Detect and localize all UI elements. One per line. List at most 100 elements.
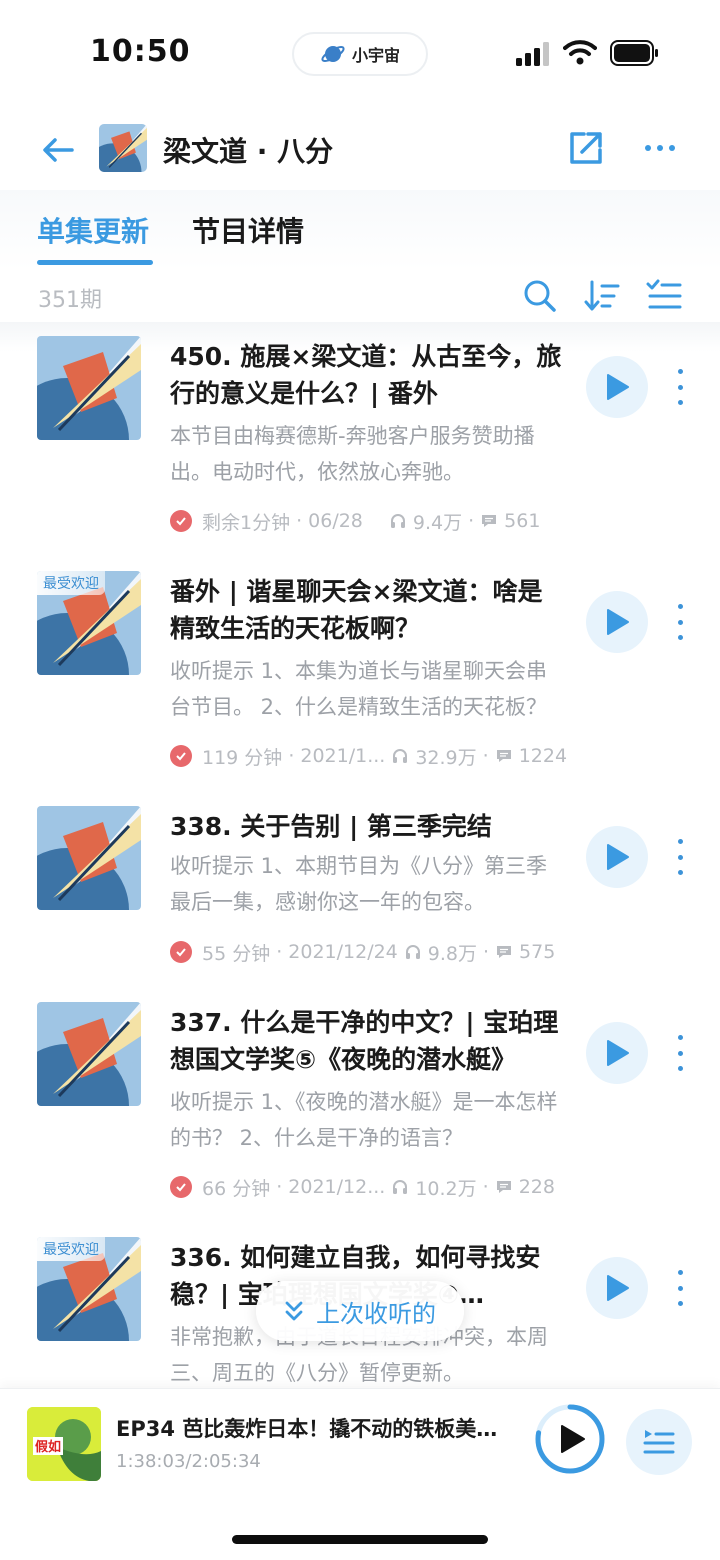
headphones-icon [405,945,420,959]
play-button[interactable] [586,826,648,888]
play-button[interactable] [586,1257,648,1319]
episode-date: 2021/12... [288,1176,386,1198]
episode-title: 450. 施展×梁文道：从古至今，旅行的意义是什么？| 番外 [170,342,562,408]
episode-item[interactable]: 450. 施展×梁文道：从古至今，旅行的意义是什么？| 番外 本节目由梅赛德斯-… [0,322,720,557]
episode-duration: 剩余1分钟 [202,511,291,534]
episode-cover [37,806,141,910]
brand-pill[interactable]: 小宇宙 [292,32,428,76]
play-button[interactable] [586,356,648,418]
cover-art [37,336,141,440]
now-playing-cover-art: 假如 [27,1407,101,1481]
tab-active-indicator [37,260,153,265]
mini-player[interactable]: 假如 EP34 芭比轰炸日本！撬不动的铁板美国人 1:38:03/2:05:34 [0,1388,720,1560]
now-playing-title: EP34 芭比轰炸日本！撬不动的铁板美国人 [116,1417,516,1441]
share-icon[interactable] [566,128,606,168]
episode-title: 338. 关于告别 | 第三季完结 [170,812,492,841]
episode-meta: 55 分钟 · 2021/12/24 9.8万 · 575 [170,938,570,966]
listened-check-icon [170,510,192,532]
episode-meta: 119 分钟 · 2021/1... 32.9万 · 1224 [170,742,570,770]
episode-plays: 9.4万 [412,511,463,534]
episode-date: 2021/12/24 [288,941,398,963]
episode-more-button[interactable] [670,604,690,640]
comment-icon [496,750,511,762]
episode-more-button[interactable] [670,839,690,875]
brand-label: 小宇宙 [351,46,400,65]
search-icon[interactable] [520,276,560,316]
play-button[interactable] [586,1022,648,1084]
episode-title: 337. 什么是干净的中文？| 宝珀理想国文学奖⑤《夜晚的潜水艇》 [170,1008,559,1074]
episode-meta: 66 分钟 · 2021/12... 10.2万 · 228 [170,1173,570,1201]
header: 梁文道 · 八分 [0,108,720,192]
episode-cover [37,1002,141,1106]
episode-plays: 32.9万 [415,746,477,769]
episode-list[interactable]: 450. 施展×梁文道：从古至今，旅行的意义是什么？| 番外 本节目由梅赛德斯-… [0,322,720,1388]
now-playing-cover-text: 假如 [35,1439,61,1455]
episode-cover [37,336,141,440]
episode-description: 收听提示 1、本期节目为《八分》第三季最后一集，感谢你这一年的包容。 [170,854,548,914]
episode-cover: 最受欢迎 [37,571,141,675]
play-button[interactable] [586,591,648,653]
play-icon [607,1040,629,1066]
now-playing-progress: 1:38:03/2:05:34 [116,1451,261,1472]
play-icon [607,844,629,870]
episode-cover: 最受欢迎 [37,1237,141,1341]
signal-icon [516,42,549,66]
episode-item[interactable]: 最受欢迎 番外 | 谐星聊天会×梁文道：啥是精致生活的天花板啊？ 收听提示 1、… [0,557,720,792]
headphones-icon [393,1180,408,1194]
tab-episodes[interactable]: 单集更新 [37,210,149,250]
episode-title: 番外 | 谐星聊天会×梁文道：啥是精致生活的天花板啊？ [170,577,543,643]
planet-icon [321,46,345,62]
resume-label: 上次收听的 [316,1299,436,1328]
listened-check-icon [170,745,192,767]
popular-badge: 最受欢迎 [37,1237,105,1261]
episode-comments: 575 [519,941,556,963]
headphones-icon [390,514,405,528]
cover-art [37,1002,141,1106]
playlist-icon [643,1430,675,1454]
now-playing-play-button[interactable] [534,1403,606,1475]
episode-date: 2021/1... [300,745,386,767]
episode-duration: 119 分钟 [202,746,283,769]
cover-art [37,806,141,910]
comment-icon [482,515,497,527]
home-indicator [232,1535,488,1544]
episode-description: 收听提示 1、本集为道长与谐星聊天会串台节目。 2、什么是精致生活的天花板？ [170,659,548,719]
episode-comments: 561 [504,510,541,532]
episode-more-button[interactable] [670,369,690,405]
headphones-icon [393,749,408,763]
back-arrow-icon[interactable] [38,130,78,170]
episode-item[interactable]: 337. 什么是干净的中文？| 宝珀理想国文学奖⑤《夜晚的潜水艇》 收听提示 1… [0,988,720,1223]
comment-icon [496,1181,511,1193]
play-icon [607,609,629,635]
play-icon [607,374,629,400]
episode-comments: 228 [518,1176,555,1198]
multi-select-icon[interactable] [644,276,684,316]
listened-check-icon [170,1176,192,1198]
episode-plays: 9.8万 [427,942,477,965]
episode-more-button[interactable] [670,1035,690,1071]
episode-duration: 55 分钟 [202,942,271,965]
comment-icon [497,946,512,958]
podcast-cover [99,124,147,172]
listened-check-icon [170,941,192,963]
double-chevron-down-icon [285,1301,303,1321]
more-icon[interactable] [640,128,680,168]
now-playing-cover: 假如 [27,1407,101,1481]
status-bar: 10:50 小宇宙 [0,0,720,100]
tab-bar: 单集更新 节目详情 [0,190,720,270]
sort-icon[interactable] [582,276,622,316]
episode-description: 收听提示 1、《夜晚的潜水艇》是一本怎样的书？ 2、什么是干净的语言？ [170,1090,558,1150]
episode-duration: 66 分钟 [202,1177,271,1200]
tab-details[interactable]: 节目详情 [192,210,304,250]
episode-description: 本节目由梅赛德斯-奔驰客户服务赞助播出。电动时代，依然放心奔驰。 [170,424,535,484]
status-time: 10:50 [90,34,191,69]
episode-more-button[interactable] [670,1270,690,1306]
popular-badge: 最受欢迎 [37,571,105,595]
wifi-icon [563,40,597,65]
playlist-button[interactable] [626,1409,692,1475]
episode-date: 06/28 [308,510,363,532]
resume-last-played-button[interactable]: 上次收听的 [256,1281,464,1341]
cover-art [99,124,147,172]
episode-meta: 剩余1分钟 · 06/28 9.4万 · 561 [170,507,570,535]
podcast-title: 梁文道 · 八分 [163,135,334,168]
